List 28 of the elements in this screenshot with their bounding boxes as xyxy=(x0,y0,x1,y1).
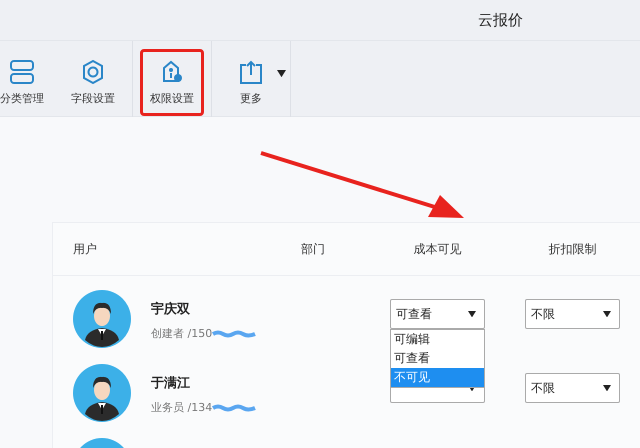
redaction-scribble xyxy=(212,404,256,412)
cost-visibility-select[interactable]: 可查看 xyxy=(390,299,485,329)
avatar-icon xyxy=(73,290,131,348)
column-header: 用户 xyxy=(72,240,98,258)
window-title: 云报价 xyxy=(478,10,523,30)
user-role-phone: 业务员 /134 xyxy=(151,400,212,415)
redaction-scribble xyxy=(212,330,256,338)
tag-person-icon xyxy=(160,59,184,85)
user-name: 宇庆双 xyxy=(151,300,191,318)
gear-icon xyxy=(80,59,106,85)
user-name: 于满江 xyxy=(151,375,191,392)
caret-icon xyxy=(468,310,476,318)
column-header: 部门 xyxy=(301,240,326,258)
discount-limit-select[interactable]: 不限 xyxy=(525,299,620,329)
user-role-phone: 创建者 /150 xyxy=(151,326,212,341)
upload-icon xyxy=(238,59,264,85)
discount-limit-select[interactable]: 不限 xyxy=(525,373,620,403)
caret-icon xyxy=(603,384,611,392)
caret-icon xyxy=(277,70,286,78)
stacked-rectangles-icon xyxy=(9,59,35,85)
column-header: 成本可见 xyxy=(412,240,462,258)
toolbar-button[interactable]: 权限设置 xyxy=(140,49,204,116)
toolbar-button[interactable]: 字段设置 xyxy=(61,49,125,116)
avatar-icon xyxy=(73,364,131,422)
toolbar-button[interactable]: 分类管理 xyxy=(0,49,54,116)
column-header: 折扣限制 xyxy=(548,240,598,258)
toolbar-button[interactable]: 更多 xyxy=(219,49,283,116)
caret-icon xyxy=(603,310,611,318)
